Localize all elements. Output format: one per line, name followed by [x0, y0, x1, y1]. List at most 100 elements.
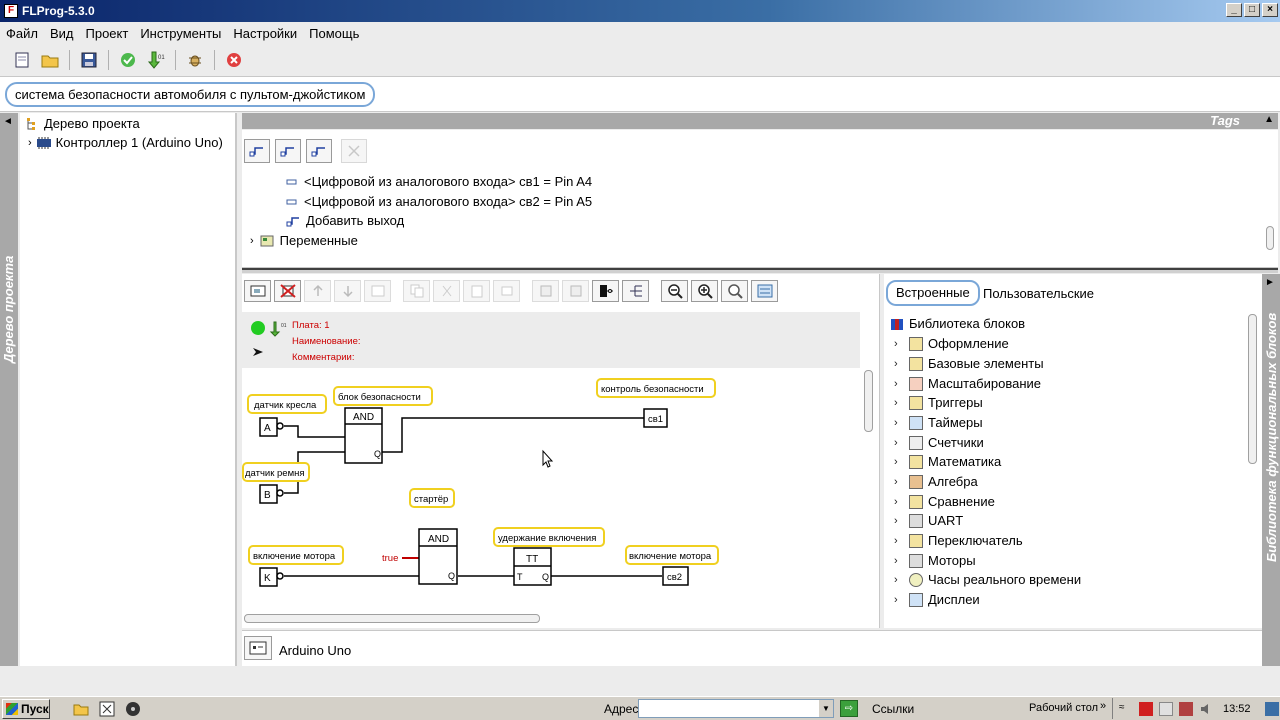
- chevron-right-icon[interactable]: ›: [894, 358, 904, 370]
- library-item-switch[interactable]: › Переключатель: [894, 533, 1023, 548]
- library-item-uart[interactable]: › UART: [894, 513, 963, 528]
- tree-item-controller[interactable]: › Контроллер 1 (Arduino Uno): [28, 135, 223, 150]
- copy-button[interactable]: [403, 280, 430, 302]
- diagram-canvas[interactable]: датчик кресла датчик ремня блок безопасн…: [242, 368, 860, 608]
- flprog-quicklaunch-icon[interactable]: [98, 700, 116, 718]
- library-item-rtc[interactable]: › Часы реального времени: [894, 572, 1081, 587]
- paste-button[interactable]: [463, 280, 490, 302]
- library-side-tab[interactable]: ► Библиотека функциональных блоков: [1262, 274, 1280, 666]
- minimize-button[interactable]: _: [1226, 3, 1242, 17]
- add-variable-tag-button[interactable]: [306, 139, 332, 163]
- antivirus-tray-icon[interactable]: [1139, 701, 1153, 716]
- library-item-compare[interactable]: › Сравнение: [894, 494, 995, 509]
- zoom-out-button[interactable]: [661, 280, 688, 302]
- chevron-right-icon[interactable]: ›: [894, 476, 904, 488]
- project-name-field[interactable]: система безопасности автомобиля с пульто…: [5, 82, 376, 107]
- new-file-icon[interactable]: [10, 48, 34, 72]
- menu-file[interactable]: Файл: [0, 26, 44, 41]
- chevron-right-icon[interactable]: ›: [894, 456, 904, 468]
- chevron-right-icon[interactable]: ›: [250, 235, 254, 247]
- chevron-right-icon[interactable]: ›: [894, 437, 904, 449]
- address-input[interactable]: ▼: [638, 699, 834, 718]
- library-item-counters[interactable]: › Счетчики: [894, 435, 984, 450]
- open-folder-icon[interactable]: [38, 48, 62, 72]
- tag-item[interactable]: <Цифровой из аналогового входа> св2 = Pi…: [286, 194, 592, 209]
- collapse-left-arrow-icon[interactable]: ◄: [3, 116, 13, 127]
- diagram-horizontal-scrollbar[interactable]: [244, 614, 540, 623]
- links-label[interactable]: Ссылки: [872, 702, 914, 716]
- vertical-splitter[interactable]: [236, 113, 241, 666]
- zoom-reset-button[interactable]: [721, 280, 748, 302]
- tray-clock[interactable]: 13:52: [1223, 703, 1251, 715]
- menu-help[interactable]: Помощь: [303, 26, 365, 41]
- add-output-tag-button[interactable]: [275, 139, 301, 163]
- diagram-vertical-scrollbar[interactable]: [864, 370, 873, 432]
- collapse-right-arrow-icon[interactable]: ►: [1265, 277, 1275, 288]
- show-desktop-icon[interactable]: [1264, 701, 1279, 716]
- zoom-in-button[interactable]: [691, 280, 718, 302]
- library-item-base[interactable]: › Базовые элементы: [894, 356, 1044, 371]
- library-item-displays[interactable]: › Дисплеи: [894, 592, 980, 607]
- horizontal-splitter[interactable]: [242, 268, 1278, 273]
- library-scrollbar[interactable]: [1248, 314, 1257, 464]
- align-left-button[interactable]: [532, 280, 559, 302]
- check-icon[interactable]: [116, 48, 140, 72]
- chevron-right-icon[interactable]: ›: [894, 535, 904, 547]
- menu-tools[interactable]: Инструменты: [134, 26, 227, 41]
- close-button[interactable]: ×: [1262, 3, 1278, 17]
- desktop-more-button[interactable]: »: [1100, 700, 1106, 712]
- chevron-right-icon[interactable]: ›: [894, 338, 904, 350]
- chevron-right-icon[interactable]: ›: [894, 594, 904, 606]
- delete-tag-button[interactable]: [341, 139, 367, 163]
- menu-project[interactable]: Проект: [80, 26, 135, 41]
- library-item-algebra[interactable]: › Алгебра: [894, 474, 978, 489]
- connection-tree-button[interactable]: [622, 280, 649, 302]
- project-tree-side-tab[interactable]: ◄ Дерево проекта: [0, 113, 18, 666]
- tab-user[interactable]: Пользовательские: [983, 286, 1094, 301]
- cut-button[interactable]: [433, 280, 460, 302]
- tree-root[interactable]: Дерево проекта: [26, 116, 140, 131]
- board-select-button[interactable]: [244, 636, 272, 660]
- insert-output-button[interactable]: [592, 280, 619, 302]
- library-item-triggers[interactable]: › Триггеры: [894, 395, 983, 410]
- add-board-button[interactable]: [244, 280, 271, 302]
- collapse-tags-arrow-icon[interactable]: ▲: [1264, 114, 1274, 125]
- tags-scrollbar[interactable]: [1266, 226, 1274, 250]
- address-go-button[interactable]: ⇨: [840, 700, 858, 717]
- chevron-right-icon[interactable]: ›: [894, 496, 904, 508]
- chevron-right-icon[interactable]: ›: [894, 417, 904, 429]
- compile-upload-icon[interactable]: 01: [144, 48, 168, 72]
- add-output-item[interactable]: Добавить выход: [286, 213, 404, 228]
- chevron-right-icon[interactable]: ›: [28, 137, 32, 149]
- stop-icon[interactable]: [222, 48, 246, 72]
- library-root[interactable]: Библиотека блоков: [890, 316, 1025, 331]
- volume-icon[interactable]: [1199, 702, 1213, 716]
- chevron-right-icon[interactable]: ›: [894, 378, 904, 390]
- library-item-decor[interactable]: › Оформление: [894, 336, 1009, 351]
- add-input-tag-button[interactable]: [244, 139, 270, 163]
- align-right-button[interactable]: [562, 280, 589, 302]
- board-properties-button[interactable]: [364, 280, 391, 302]
- chevron-right-icon[interactable]: ›: [894, 574, 904, 586]
- menu-view[interactable]: Вид: [44, 26, 80, 41]
- save-icon[interactable]: [77, 48, 101, 72]
- bug-icon[interactable]: [183, 48, 207, 72]
- maximize-button[interactable]: □: [1244, 3, 1260, 17]
- delete-element-button[interactable]: [493, 280, 520, 302]
- library-item-scaling[interactable]: › Масштабирование: [894, 376, 1041, 391]
- chevron-right-icon[interactable]: ›: [894, 555, 904, 567]
- chevron-right-icon[interactable]: ›: [894, 397, 904, 409]
- tag-item[interactable]: <Цифровой из аналогового входа> св1 = Pi…: [286, 174, 592, 189]
- logic-schematic[interactable]: датчик кресла датчик ремня блок безопасн…: [242, 368, 860, 608]
- board-list-button[interactable]: [751, 280, 778, 302]
- chevron-right-icon[interactable]: ›: [894, 515, 904, 527]
- menu-settings[interactable]: Настройки: [227, 26, 303, 41]
- tab-builtin[interactable]: Встроенные: [886, 280, 980, 306]
- app-tray-icon[interactable]: [1179, 701, 1193, 716]
- library-item-math[interactable]: › Математика: [894, 454, 1001, 469]
- explorer-quicklaunch-icon[interactable]: [72, 700, 90, 718]
- move-up-button[interactable]: [304, 280, 331, 302]
- desktop-toolbar-label[interactable]: Рабочий стол: [1029, 702, 1098, 714]
- variables-group[interactable]: › Переменные: [250, 233, 358, 248]
- tray-expand-icon[interactable]: ≈: [1119, 702, 1133, 716]
